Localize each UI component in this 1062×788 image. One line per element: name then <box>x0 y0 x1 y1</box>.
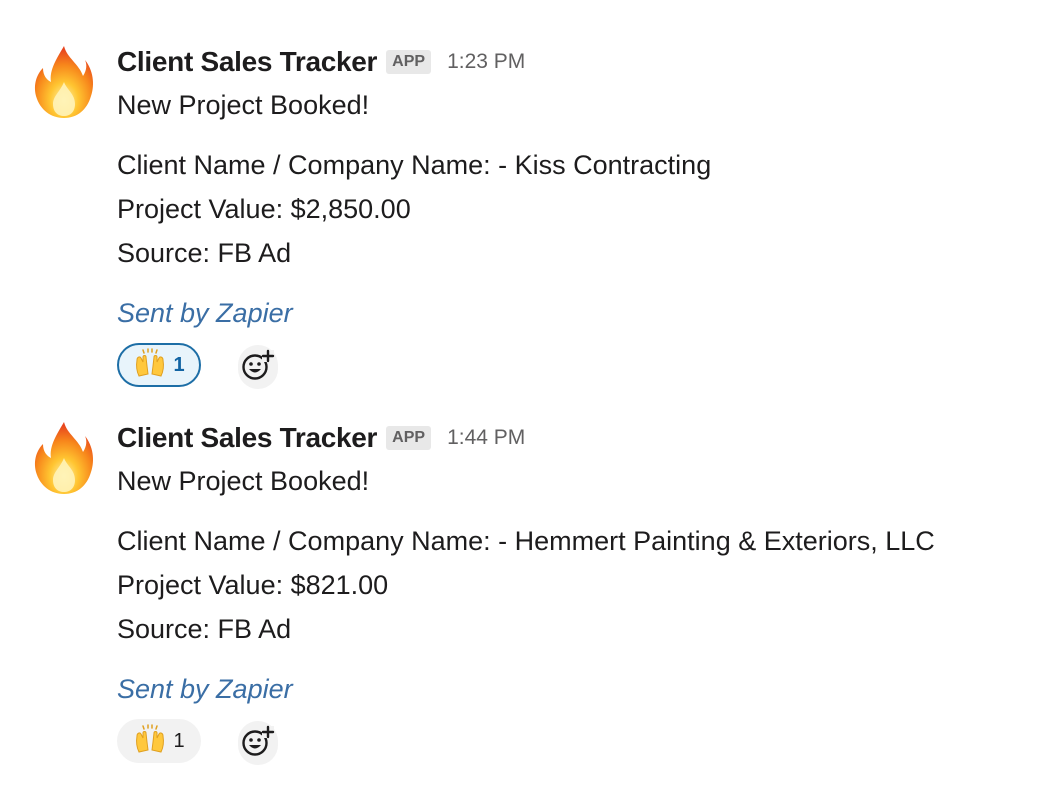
timestamp[interactable]: 1:23 PM <box>447 50 525 74</box>
app-badge: APP <box>386 426 432 450</box>
project-value-line: Project Value: $821.00 <box>117 570 389 600</box>
timestamp[interactable]: 1:44 PM <box>447 426 525 450</box>
add-reaction-button[interactable] <box>238 721 278 765</box>
message: Client Sales Tracker APP 1:44 PM New Pro… <box>0 376 1062 765</box>
client-name-line: Client Name / Company Name: - Hemmert Pa… <box>117 526 935 556</box>
reaction-count: 1 <box>173 729 185 752</box>
sender-name[interactable]: Client Sales Tracker <box>117 46 377 78</box>
reaction-button[interactable]: 1 <box>117 719 201 763</box>
project-value-line: Project Value: $2,850.00 <box>117 194 411 224</box>
message-title: New Project Booked! <box>117 90 370 120</box>
message: Client Sales Tracker APP 1:23 PM New Pro… <box>0 0 1062 389</box>
reaction-count: 1 <box>173 353 185 376</box>
sent-by-footer[interactable]: Sent by Zapier <box>117 296 293 330</box>
client-name-line: Client Name / Company Name: - Kiss Contr… <box>117 150 712 180</box>
fire-icon[interactable] <box>33 420 95 496</box>
raised-hands-icon <box>133 723 167 759</box>
app-badge: APP <box>386 50 432 74</box>
sender-name[interactable]: Client Sales Tracker <box>117 422 377 454</box>
source-line: Source: FB Ad <box>117 614 292 644</box>
source-line: Source: FB Ad <box>117 238 292 268</box>
fire-icon[interactable] <box>33 44 95 120</box>
sent-by-footer[interactable]: Sent by Zapier <box>117 672 293 706</box>
message-title: New Project Booked! <box>117 466 370 496</box>
message-header: Client Sales Tracker APP 1:23 PM <box>117 44 525 80</box>
message-header: Client Sales Tracker APP 1:44 PM <box>117 420 525 456</box>
add-reaction-icon <box>240 724 276 763</box>
